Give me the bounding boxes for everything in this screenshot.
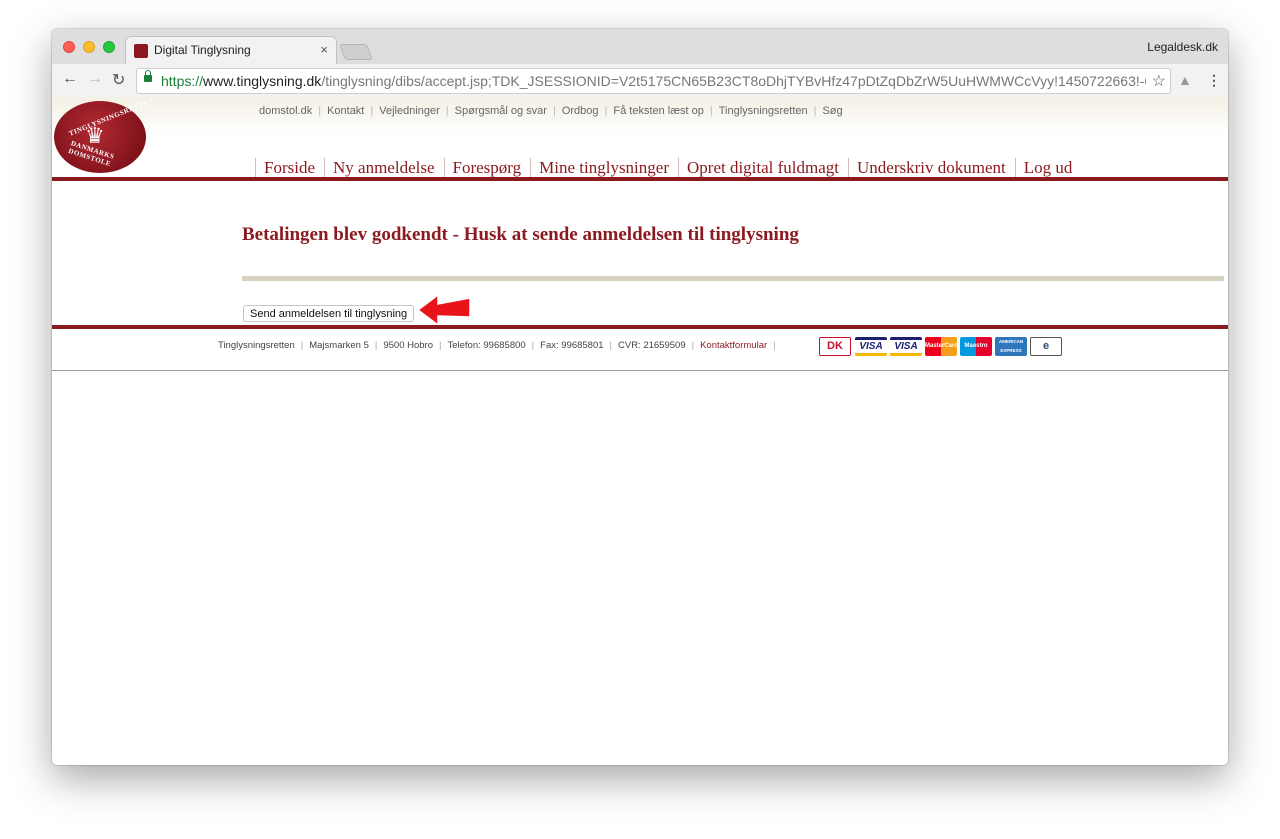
topnav-ordbog[interactable]: Ordbog — [562, 105, 599, 117]
tab-favicon-icon — [134, 44, 148, 58]
footer-city: 9500 Hobro — [383, 340, 434, 351]
page-title: Betalingen blev godkendt - Husk at sende… — [242, 224, 799, 245]
browser-window: Digital Tinglysning × Legaldesk.dk ← → ↻… — [52, 29, 1228, 765]
footer-contact-link[interactable]: Kontaktformular — [700, 340, 767, 351]
site-header: TINGLYSNINGSRETTEN ♛ DANMARKS DOMSTOLE d… — [52, 96, 1228, 178]
topnav-read-aloud[interactable]: Få teksten læst op — [613, 105, 704, 117]
maestro-icon: Maestro — [960, 337, 992, 356]
zoom-window-button[interactable] — [103, 41, 115, 53]
topnav-search[interactable]: Søg — [822, 105, 842, 117]
nav-underskriv-dokument[interactable]: Underskriv dokument — [848, 158, 1015, 178]
topnav-tinglysningsretten[interactable]: Tinglysningsretten — [719, 105, 808, 117]
topnav-faq[interactable]: Spørgsmål og svar — [455, 105, 547, 117]
nav-forside[interactable]: Forside — [255, 158, 324, 178]
tinglysningsretten-logo[interactable]: TINGLYSNINGSRETTEN ♛ DANMARKS DOMSTOLE — [54, 96, 155, 173]
web-page: TINGLYSNINGSRETTEN ♛ DANMARKS DOMSTOLE d… — [52, 96, 1228, 765]
minimize-window-button[interactable] — [83, 41, 95, 53]
menu-icon[interactable]: ⋮ — [1207, 72, 1221, 89]
page-bottom-line — [52, 370, 1228, 371]
footer-cvr: CVR: 21659509 — [618, 340, 686, 351]
url-path: /tinglysning/dibs/accept.jsp;TDK_JSESSIO… — [321, 73, 1146, 89]
footer-fax: Fax: 99685801 — [540, 340, 604, 351]
star-icon[interactable]: ☆ — [1152, 71, 1166, 91]
reload-icon[interactable]: ↻ — [112, 70, 125, 90]
nav-opret-fuldmagt[interactable]: Opret digital fuldmagt — [678, 158, 848, 178]
topnav-domstol[interactable]: domstol.dk — [259, 105, 312, 117]
top-navigation: domstol.dk | Kontakt | Vejledninger | Spørgsmå… — [259, 105, 843, 117]
profile-label[interactable]: Legaldesk.dk — [1147, 40, 1218, 54]
footer-address: Majsmarken 5 — [309, 340, 369, 351]
lock-icon — [144, 70, 152, 82]
back-icon[interactable]: ← — [62, 70, 78, 88]
url-host: www.tinglysning.dk — [203, 73, 322, 89]
footer-phone: Telefon: 99685800 — [447, 340, 526, 351]
drive-icon[interactable]: ▲ — [1178, 72, 1192, 88]
nav-mine-tinglysninger[interactable]: Mine tinglysninger — [530, 158, 678, 178]
topnav-kontakt[interactable]: Kontakt — [327, 105, 364, 117]
url-scheme: https:// — [161, 73, 204, 89]
close-window-button[interactable] — [63, 41, 75, 53]
main-navigation: Forside Ny anmeldelse Forespørg Mine tingly… — [255, 158, 1081, 178]
send-anmeldelse-button[interactable]: Send anmeldelsen til tinglysning — [243, 305, 415, 322]
new-tab-button[interactable] — [339, 44, 373, 60]
browser-tab[interactable]: Digital Tinglysning × — [125, 36, 337, 65]
address-bar[interactable]: https://www.tinglysning.dk/tinglysning/d… — [136, 68, 1171, 94]
footer-divider — [52, 325, 1228, 329]
url-text[interactable]: https://www.tinglysning.dk/tinglysning/d… — [161, 73, 1146, 89]
topnav-vejledninger[interactable]: Vejledninger — [379, 105, 440, 117]
title-bar: Digital Tinglysning × Legaldesk.dk — [52, 29, 1228, 65]
visa-electron-icon: VISA — [890, 337, 922, 356]
mastercard-icon: MasterCard — [925, 337, 958, 356]
header-divider — [52, 177, 1228, 181]
nav-log-ud[interactable]: Log ud — [1014, 158, 1082, 178]
footer-name: Tinglysningsretten — [218, 340, 295, 351]
edankort-icon: e — [1030, 337, 1062, 356]
browser-toolbar: ← → ↻ https://www.tinglysning.dk/tinglys… — [52, 64, 1228, 98]
american-express-icon: AMERICAN EXPRESS — [995, 337, 1027, 356]
dankort-icon: DK — [819, 337, 851, 356]
nav-foresporg[interactable]: Forespørg — [443, 158, 531, 178]
content-divider — [242, 276, 1224, 281]
visa-icon: VISA — [855, 337, 887, 356]
site-footer: Tinglysningsretten | Majsmarken 5 | 9500 Hob… — [218, 340, 776, 351]
logo-text-bottom: DANMARKS DOMSTOLE — [67, 139, 116, 169]
tab-close-icon[interactable]: × — [320, 42, 328, 57]
logo-text-top: TINGLYSNINGSRETTEN — [67, 96, 156, 138]
nav-ny-anmeldelse[interactable]: Ny anmeldelse — [324, 158, 444, 178]
annotation-arrow-icon — [418, 293, 471, 327]
tab-title: Digital Tinglysning — [154, 43, 251, 57]
forward-icon[interactable]: → — [87, 70, 103, 88]
